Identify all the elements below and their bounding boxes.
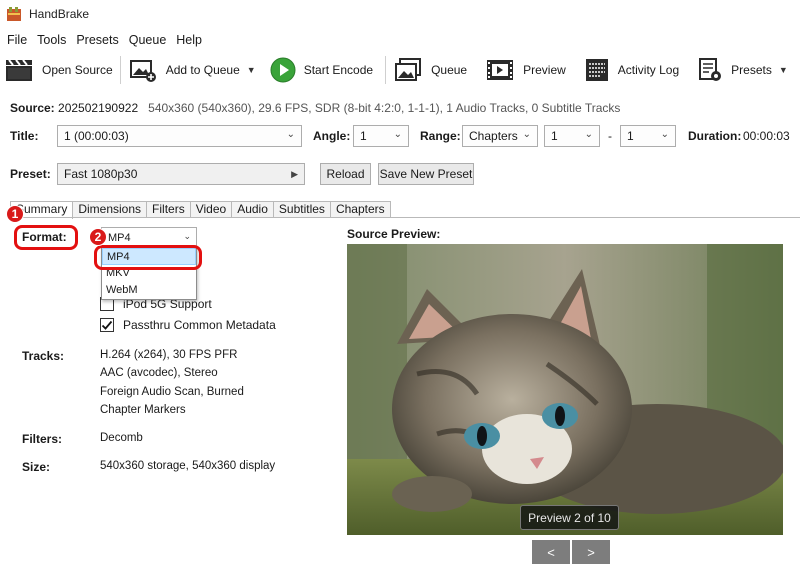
presets-dropdown-icon[interactable]: ▼	[779, 65, 788, 75]
menu-bar: File Tools Presets Queue Help	[0, 30, 207, 50]
menu-presets[interactable]: Presets	[71, 33, 123, 47]
range-label: Range:	[420, 129, 461, 143]
angle-label: Angle:	[313, 129, 351, 143]
preset-selector[interactable]: Fast 1080p30 ▶	[57, 163, 305, 185]
add-queue-icon	[129, 60, 156, 82]
add-to-queue-button[interactable]: Add to Queue ▼	[124, 53, 260, 87]
queue-icon	[395, 58, 422, 81]
range-start-select[interactable]: 1 ⌄	[544, 125, 600, 147]
tab-bar: Summary Dimensions Filters Video Audio S…	[10, 201, 391, 219]
start-encode-button[interactable]: Start Encode	[266, 53, 377, 87]
chevron-right-icon: ▶	[291, 169, 298, 179]
tracks-label: Tracks:	[22, 349, 65, 363]
preview-counter-badge: Preview 2 of 10	[520, 505, 619, 530]
preset-label: Preset:	[10, 167, 51, 181]
preview-prev-button[interactable]: <	[532, 540, 570, 564]
window-title: HandBrake	[29, 7, 90, 21]
passthru-metadata-checkbox-row[interactable]: Passthru Common Metadata	[100, 318, 276, 332]
annotation-ring-format-label	[14, 225, 78, 250]
tab-video[interactable]: Video	[189, 201, 233, 217]
toolbar-separator	[119, 56, 121, 84]
track-item: H.264 (x264), 30 FPS PFR	[100, 349, 238, 361]
presets-gear-icon	[699, 58, 722, 81]
source-preview-label: Source Preview:	[347, 227, 441, 241]
chevron-down-icon: ⌄	[584, 129, 593, 140]
filters-value: Decomb	[100, 432, 143, 444]
tab-divider	[10, 217, 800, 218]
film-preview-icon	[487, 60, 514, 80]
tab-filters[interactable]: Filters	[146, 201, 191, 217]
size-value: 540x360 storage, 540x360 display	[100, 460, 276, 472]
play-icon	[270, 57, 296, 83]
duration-value: 00:00:03	[743, 129, 790, 143]
filters-label: Filters:	[22, 432, 63, 446]
title-bar: HandBrake	[0, 0, 800, 28]
duration-label: Duration:	[688, 129, 742, 143]
menu-queue[interactable]: Queue	[124, 33, 172, 47]
chevron-down-icon: ⌄	[393, 129, 402, 140]
menu-help[interactable]: Help	[171, 33, 207, 47]
chevron-down-icon: ⌄	[286, 129, 295, 140]
checkmark-icon	[101, 320, 113, 330]
toolbar: Open Source Add to Queue ▼ Start Encode …	[0, 52, 800, 88]
track-item: Foreign Audio Scan, Burned	[100, 386, 244, 398]
preview-next-button[interactable]: >	[572, 540, 610, 564]
handbrake-logo-icon	[7, 7, 21, 21]
save-new-preset-button[interactable]: Save New Preset	[378, 163, 474, 185]
menu-file[interactable]: File	[2, 33, 32, 47]
add-to-queue-dropdown-icon[interactable]: ▼	[247, 65, 256, 75]
range-end-select[interactable]: 1 ⌄	[620, 125, 676, 147]
track-item: AAC (avcodec), Stereo	[100, 367, 218, 379]
toolbar-separator	[385, 56, 387, 84]
range-mode-select[interactable]: Chapters ⌄	[462, 125, 538, 147]
menu-tools[interactable]: Tools	[32, 33, 71, 47]
clapperboard-icon	[6, 59, 32, 81]
size-label: Size:	[22, 460, 51, 474]
source-preview-image	[347, 244, 783, 535]
open-source-button[interactable]: Open Source	[0, 53, 117, 87]
format-option-webm[interactable]: WebM	[102, 282, 196, 299]
tab-dimensions[interactable]: Dimensions	[72, 201, 148, 217]
chevron-down-icon: ⌄	[660, 129, 669, 140]
queue-button[interactable]: Queue	[389, 53, 471, 87]
angle-select[interactable]: 1 ⌄	[353, 125, 409, 147]
tab-subtitles[interactable]: Subtitles	[272, 201, 331, 217]
activity-log-button[interactable]: Activity Log	[580, 53, 683, 87]
tab-chapters[interactable]: Chapters	[329, 201, 391, 217]
chevron-down-icon: ⌄	[522, 129, 531, 140]
preview-button[interactable]: Preview	[481, 53, 570, 87]
tab-audio[interactable]: Audio	[231, 201, 274, 217]
source-name: 202502190922	[58, 101, 139, 115]
title-select[interactable]: 1 (00:00:03) ⌄	[57, 125, 302, 147]
title-label: Title:	[10, 129, 39, 143]
reload-button[interactable]: Reload	[320, 163, 371, 185]
title-row: Title: 1 (00:00:03) ⌄ Angle: 1 ⌄ Range: …	[0, 124, 800, 148]
source-details: 540x360 (540x360), 29.6 FPS, SDR (8-bit …	[148, 101, 621, 115]
annotation-step-2-badge: 2	[89, 228, 107, 246]
annotation-step-1-badge: 1	[6, 205, 24, 223]
preset-row: Preset: Fast 1080p30 ▶ Reload Save New P…	[0, 162, 800, 186]
chevron-down-icon: ⌄	[183, 231, 191, 241]
range-dash: -	[608, 129, 612, 143]
kitten-preview-picture	[347, 244, 783, 535]
track-item: Chapter Markers	[100, 404, 186, 416]
passthru-metadata-checkbox[interactable]	[100, 318, 114, 332]
annotation-ring-mp4-option	[94, 245, 202, 270]
activity-log-icon	[585, 59, 608, 81]
source-label: Source:	[10, 101, 55, 115]
presets-button[interactable]: Presets ▼	[693, 53, 792, 87]
source-info: Source: 202502190922 540x360 (540x360), …	[10, 101, 620, 115]
